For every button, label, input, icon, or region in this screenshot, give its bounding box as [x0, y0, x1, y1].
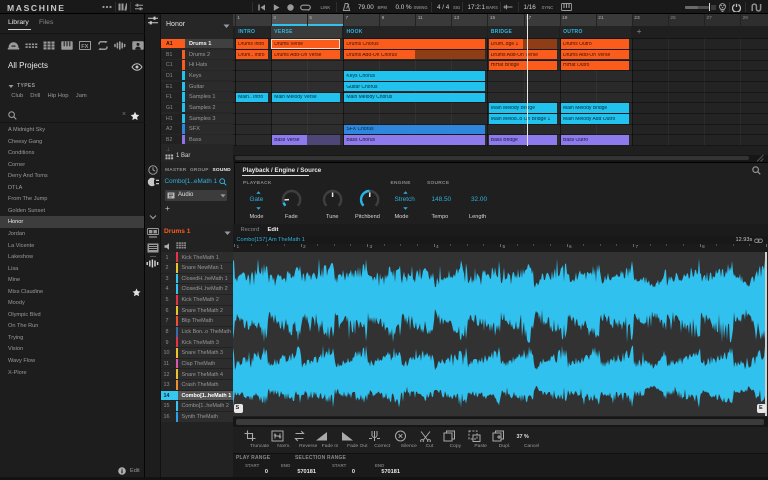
svg-text:FX: FX [81, 43, 88, 49]
